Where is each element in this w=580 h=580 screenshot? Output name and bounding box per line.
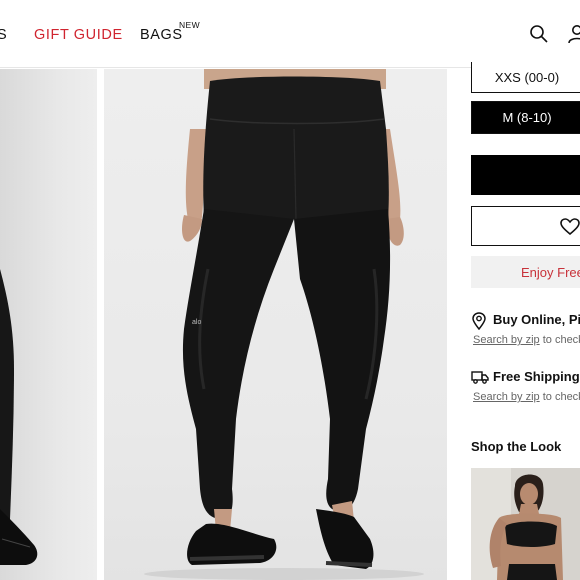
product-gallery: alo — [0, 69, 458, 580]
pickup-subtext-tail: to check — [542, 334, 580, 346]
model-illustration — [471, 468, 580, 580]
nav-item-gift-guide[interactable]: GIFT GUIDE — [34, 27, 123, 43]
pickup-subtext: Search by zip to check — [473, 334, 580, 346]
wishlist-button[interactable] — [471, 206, 580, 246]
shipping-subtext-tail: to check — [542, 391, 580, 403]
leggings-front-illustration — [0, 269, 38, 565]
shipping-title: Free Shipping — [493, 369, 580, 384]
add-to-bag-button[interactable] — [471, 155, 580, 195]
shop-the-look-image[interactable] — [471, 468, 580, 580]
nav-item-bags[interactable]: BAGS — [140, 27, 183, 43]
new-badge: NEW — [179, 20, 201, 30]
size-option-xxs[interactable]: XXS (00-0) — [471, 62, 580, 93]
free-shipping-promo[interactable]: Enjoy Free — [471, 256, 580, 288]
product-image-front[interactable] — [0, 69, 97, 580]
search-icon[interactable] — [528, 23, 550, 45]
svg-text:alo: alo — [192, 319, 201, 326]
location-pin-icon — [472, 312, 486, 330]
pickup-zip-link[interactable]: Search by zip — [473, 334, 540, 346]
shipping-subtext: Search by zip to check — [473, 391, 580, 403]
nav-item-partial[interactable]: S — [0, 27, 7, 43]
leggings-back-illustration: alo — [144, 69, 424, 580]
heart-icon — [560, 218, 580, 236]
truck-icon — [471, 371, 489, 384]
product-image-back[interactable]: alo — [104, 69, 447, 580]
size-option-m-selected[interactable]: M (8-10) — [471, 101, 580, 134]
shipping-zip-link[interactable]: Search by zip — [473, 391, 540, 403]
shop-the-look-heading: Shop the Look — [471, 439, 562, 454]
site-header: S GIFT GUIDE BAGS NEW — [0, 0, 580, 68]
pickup-title: Buy Online, Pic — [493, 312, 580, 327]
account-icon[interactable] — [566, 23, 580, 45]
purchase-panel: XXS (00-0) M (8-10) Enjoy Free Buy Onlin… — [458, 60, 580, 580]
